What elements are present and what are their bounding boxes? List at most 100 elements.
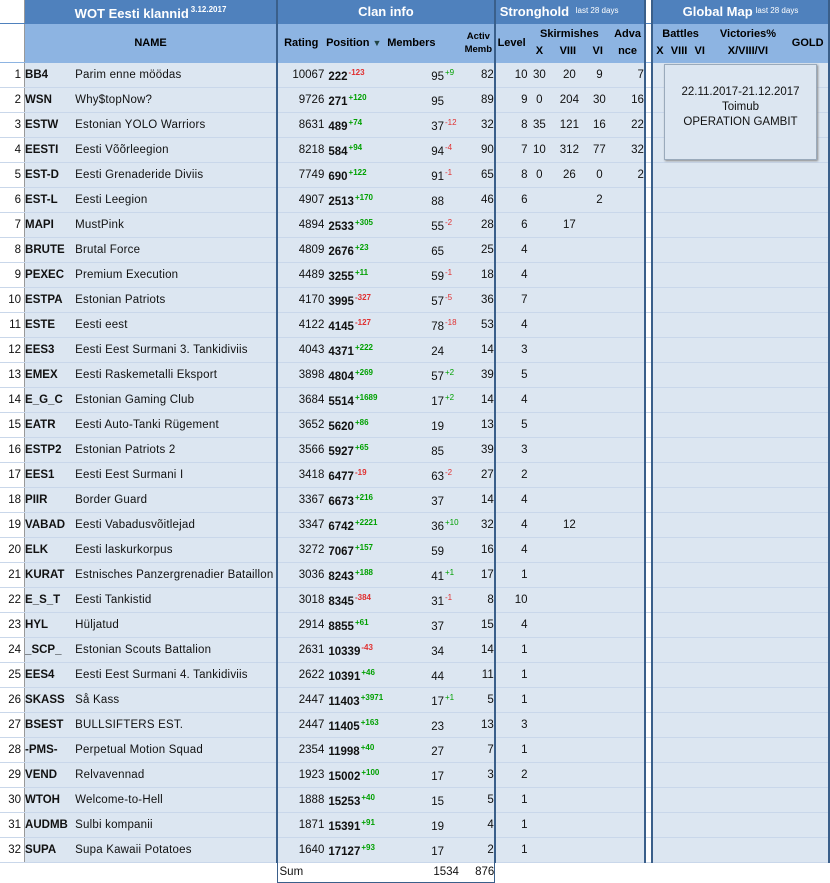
clan-tag[interactable]: ESTP2 <box>24 437 76 463</box>
col-rating[interactable]: Rating <box>277 23 325 63</box>
clan-tag[interactable]: AUDMB <box>24 812 76 838</box>
clan-tag[interactable]: PIIR <box>24 487 76 513</box>
clan-name[interactable]: Sulbi kompanii <box>75 812 279 838</box>
clan-name[interactable]: Premium Execution <box>75 262 279 288</box>
table-row[interactable]: 25 EES4 Eesti Eest Surmani 4. Tankidiviis 2… <box>0 662 830 688</box>
col-active-members[interactable]: Activ Memb <box>462 23 496 63</box>
clan-tag[interactable]: ESTE <box>24 312 76 338</box>
clan-tag[interactable]: EESTI <box>24 137 76 163</box>
table-row[interactable]: 6 EST-L Eesti Leegion 4907 2513+170 88 46 6 2 <box>0 187 830 213</box>
clan-name[interactable]: Eesti Vabadusvõitlejad <box>75 512 279 538</box>
clan-tag[interactable]: EST-L <box>24 187 76 213</box>
clan-tag[interactable]: ESTPA <box>24 287 76 313</box>
col-position[interactable]: Position ▼ <box>324 23 384 63</box>
clan-name[interactable]: Perpetual Motion Squad <box>75 737 279 763</box>
table-row[interactable]: 19 VABAD Eesti Vabadusvõitlejad 3347 6742+22… <box>0 512 830 538</box>
clan-tag[interactable]: SKASS <box>24 687 76 713</box>
clan-name[interactable]: Why$topNow? <box>75 87 279 113</box>
clan-name[interactable]: Eesti Leegion <box>75 187 279 213</box>
table-row[interactable]: 5 EST-D Eesti Grenaderide Diviis 7749 690+12… <box>0 162 830 188</box>
table-row[interactable]: 22 E_S_T Eesti Tankistid 3018 8345-384 31-1 8 1… <box>0 587 830 613</box>
clan-name[interactable]: Estnisches Panzergrenadier Bataillon <box>75 562 279 588</box>
col-advance[interactable]: Adva nce <box>611 23 646 63</box>
clan-name[interactable]: Eesti laskurkorpus <box>75 537 279 563</box>
clan-tag[interactable]: KURAT <box>24 562 76 588</box>
table-row[interactable]: 27 BSEST BULLSIFTERS EST. 2447 11405+163 23 13… <box>0 712 830 738</box>
table-row[interactable]: 15 EATR Eesti Auto-Tanki Rügement 3652 5620+… <box>0 412 830 438</box>
table-row[interactable]: 31 AUDMB Sulbi kompanii 1871 15391+91 19 4 1 <box>0 812 830 838</box>
col-victories[interactable]: Victories% X/VIII/VI <box>708 23 788 63</box>
clan-tag[interactable]: EES3 <box>24 337 76 363</box>
clan-tag[interactable]: _SCP_ <box>24 637 76 663</box>
clan-name[interactable]: Border Guard <box>75 487 279 513</box>
table-row[interactable]: 13 EMEX Eesti Raskemetalli Eksport 3898 4804… <box>0 362 830 388</box>
clan-tag[interactable]: E_S_T <box>24 587 76 613</box>
clan-name[interactable]: Eesti Eest Surmani I <box>75 462 279 488</box>
table-row[interactable]: 12 EES3 Eesti Eest Surmani 3. Tankidiviis 4… <box>0 337 830 363</box>
clan-tag[interactable]: WSN <box>24 87 76 113</box>
table-row[interactable]: 7 MAPI MustPink 4894 2533+305 55-2 28 6 17 <box>0 212 830 238</box>
table-row[interactable]: 29 VEND Relvavennad 1923 15002+100 17 3 2 <box>0 762 830 788</box>
clan-name[interactable]: Eesti Tankistid <box>75 587 279 613</box>
table-row[interactable]: 18 PIIR Border Guard 3367 6673+216 37 14 4 <box>0 487 830 513</box>
clan-tag[interactable]: EST-D <box>24 162 76 188</box>
clan-name[interactable]: Welcome-to-Hell <box>75 787 279 813</box>
clan-name[interactable]: Relvavennad <box>75 762 279 788</box>
clan-name[interactable]: Estonian Patriots <box>75 287 279 313</box>
clan-name[interactable]: BULLSIFTERS EST. <box>75 712 279 738</box>
clan-tag[interactable]: BRUTE <box>24 237 76 263</box>
clan-name[interactable]: Eesti Võõrleegion <box>75 137 279 163</box>
table-row[interactable]: 16 ESTP2 Estonian Patriots 2 3566 5927+65 85 3… <box>0 437 830 463</box>
table-row[interactable]: 14 E_G_C Estonian Gaming Club 3684 5514+1689… <box>0 387 830 413</box>
clan-name[interactable]: Parim enne möödas <box>75 62 279 88</box>
table-row[interactable]: 17 EES1 Eesti Eest Surmani I 3418 6477-19 63-… <box>0 462 830 488</box>
clan-name[interactable]: MustPink <box>75 212 279 238</box>
table-row[interactable]: 9 PEXEC Premium Execution 4489 3255+11 59-1 18… <box>0 262 830 288</box>
clan-name[interactable]: Estonian Patriots 2 <box>75 437 279 463</box>
clan-name[interactable]: Estonian Gaming Club <box>75 387 279 413</box>
clan-name[interactable]: Estonian Scouts Battalion <box>75 637 279 663</box>
col-members[interactable]: Members <box>383 23 463 63</box>
sort-descending-icon[interactable]: ▼ <box>373 38 382 48</box>
clan-tag[interactable]: VABAD <box>24 512 76 538</box>
clan-name[interactable]: Eesti Raskemetalli Eksport <box>75 362 279 388</box>
clan-tag[interactable]: ESTW <box>24 112 76 138</box>
clan-tag[interactable]: BB4 <box>24 62 76 88</box>
clan-tag[interactable]: E_G_C <box>24 387 76 413</box>
clan-name[interactable]: Brutal Force <box>75 237 279 263</box>
col-skirmishes[interactable]: Skirmishes X VIII VI <box>527 23 612 63</box>
table-row[interactable]: 10 ESTPA Estonian Patriots 4170 3995-327 57-5… <box>0 287 830 313</box>
clan-tag[interactable]: ELK <box>24 537 76 563</box>
clan-name[interactable]: Hüljatud <box>75 612 279 638</box>
table-row[interactable]: 8 BRUTE Brutal Force 4809 2676+23 65 25 4 <box>0 237 830 263</box>
clan-tag[interactable]: EES4 <box>24 662 76 688</box>
clan-tag[interactable]: EATR <box>24 412 76 438</box>
table-row[interactable]: 21 KURAT Estnisches Panzergrenadier Batail… <box>0 562 830 588</box>
clan-tag[interactable]: BSEST <box>24 712 76 738</box>
col-level[interactable]: Level <box>494 23 528 63</box>
col-name[interactable]: NAME <box>24 23 279 63</box>
clan-tag[interactable]: EES1 <box>24 462 76 488</box>
col-gold[interactable]: GOLD <box>787 23 830 63</box>
table-row[interactable]: 20 ELK Eesti laskurkorpus 3272 7067+157 59 16 4 <box>0 537 830 563</box>
table-row[interactable]: 30 WTOH Welcome-to-Hell 1888 15253+40 15 5 1 <box>0 787 830 813</box>
clan-name[interactable]: Eesti Eest Surmani 4. Tankidiviis <box>75 662 279 688</box>
table-row[interactable]: 32 SUPA Supa Kawaii Potatoes 1640 17127+93 17… <box>0 837 830 863</box>
table-row[interactable]: 24 _SCP_ Estonian Scouts Battalion 2631 1033… <box>0 637 830 663</box>
clan-tag[interactable]: VEND <box>24 762 76 788</box>
clan-name[interactable]: Eesti Grenaderide Diviis <box>75 162 279 188</box>
clan-name[interactable]: Eesti Eest Surmani 3. Tankidiviis <box>75 337 279 363</box>
col-battles[interactable]: Battles X VIII VI <box>650 23 709 63</box>
table-row[interactable]: 26 SKASS Så Kass 2447 11403+3971 17+1 5 1 <box>0 687 830 713</box>
clan-tag[interactable]: SUPA <box>24 837 76 863</box>
clan-tag[interactable]: HYL <box>24 612 76 638</box>
clan-name[interactable]: Eesti eest <box>75 312 279 338</box>
clan-tag[interactable]: MAPI <box>24 212 76 238</box>
table-row[interactable]: 28 -PMS- Perpetual Motion Squad 2354 11998+4… <box>0 737 830 763</box>
clan-tag[interactable]: WTOH <box>24 787 76 813</box>
clan-name[interactable]: Eesti Auto-Tanki Rügement <box>75 412 279 438</box>
clan-tag[interactable]: EMEX <box>24 362 76 388</box>
clan-name[interactable]: Estonian YOLO Warriors <box>75 112 279 138</box>
table-row[interactable]: 11 ESTE Eesti eest 4122 4145-127 78-18 53 4 <box>0 312 830 338</box>
clan-tag[interactable]: PEXEC <box>24 262 76 288</box>
